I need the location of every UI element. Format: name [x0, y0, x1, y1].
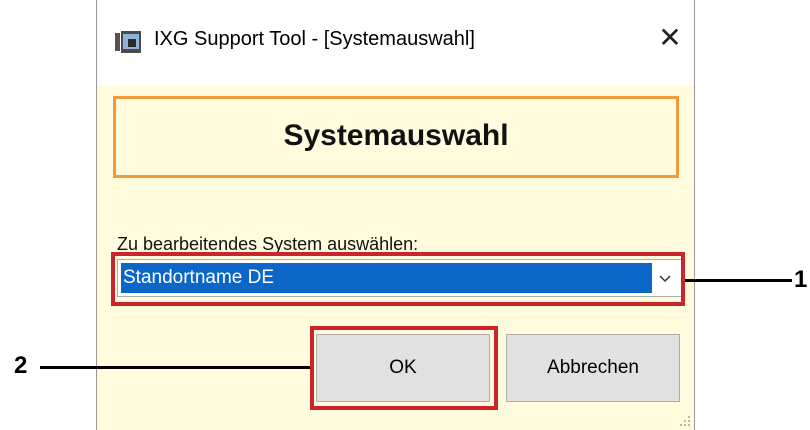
resize-grip-icon[interactable] — [678, 414, 692, 428]
callout-number-1: 1 — [794, 266, 808, 293]
callout-line-1 — [685, 279, 792, 282]
banner-title: Systemauswahl — [283, 119, 509, 152]
callout-highlight-dropdown — [111, 252, 685, 306]
cancel-button[interactable]: Abbrechen — [506, 334, 680, 402]
header-banner: Systemauswahl — [113, 96, 679, 178]
app-window-icon — [115, 31, 141, 53]
title-bar: IXG Support Tool - [Systemauswahl] ✕ — [97, 0, 694, 86]
callout-number-2: 2 — [14, 352, 28, 379]
window-title: IXG Support Tool - [Systemauswahl] — [154, 28, 475, 50]
callout-highlight-ok — [310, 326, 498, 410]
close-icon: ✕ — [658, 22, 682, 53]
close-button[interactable]: ✕ — [652, 20, 688, 56]
callout-line-2 — [40, 366, 310, 369]
